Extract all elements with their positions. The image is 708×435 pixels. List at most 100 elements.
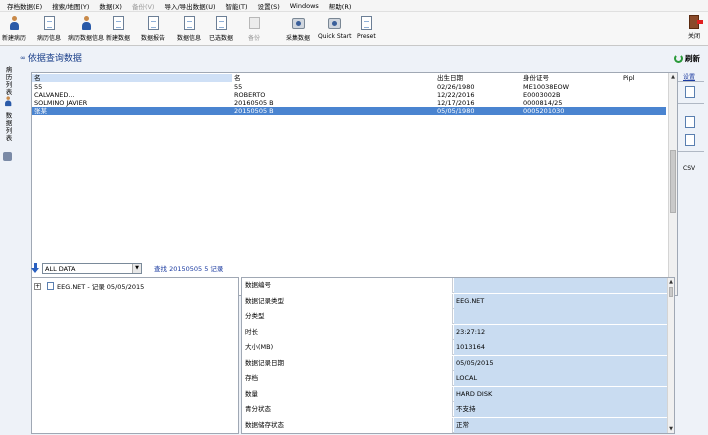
property-row[interactable]: 时长 23:27:12 — [242, 324, 669, 340]
scroll-up-arrow[interactable]: ▲ — [669, 73, 677, 81]
gray-icon — [247, 15, 261, 31]
toolbar-button[interactable]: 新建数据 — [106, 15, 130, 45]
scroll-thumb[interactable] — [669, 287, 673, 297]
toolbar-button[interactable]: 病历信息 — [37, 15, 61, 45]
toolbar-button[interactable]: 数据报告 — [141, 15, 165, 45]
toolbar-button-label: 病历数据信息 — [68, 35, 105, 42]
menu-item[interactable]: 帮助(R) — [324, 1, 357, 11]
toolbar-button-label: 数据报告 — [141, 35, 166, 42]
camera-icon — [328, 15, 342, 31]
menu-item[interactable]: 导入/导出数据(U) — [159, 1, 220, 11]
toolbar-button-label: 病历信息 — [37, 35, 62, 42]
column-header-idno[interactable]: 身份证号 — [523, 74, 549, 82]
tab-patient-list[interactable]: 病历列表 — [2, 66, 13, 96]
property-key: 数据记录类型 — [242, 293, 453, 309]
document-icon — [182, 15, 196, 31]
cell-idno: 0000814/25 — [523, 99, 563, 107]
database-icon[interactable] — [3, 152, 12, 161]
csv-button[interactable]: CSV — [683, 165, 695, 172]
scroll-down-arrow[interactable]: ▼ — [668, 425, 674, 433]
table-view-icon[interactable] — [685, 86, 695, 98]
property-row[interactable]: 青分状态 不支持 — [242, 402, 669, 417]
person-icon — [7, 15, 21, 31]
tree-node[interactable]: + EEG.NET - 记录 05/05/2015 — [34, 281, 144, 291]
download-icon[interactable] — [31, 262, 40, 274]
property-row[interactable]: 数据编号 — [242, 278, 669, 293]
property-value: 23:27:12 — [454, 324, 669, 340]
property-value — [454, 278, 669, 293]
cell-birthdate: 05/05/1980 — [437, 107, 475, 115]
tree-node-label: EEG.NET - 记录 05/05/2015 — [57, 283, 145, 291]
toolbar-button[interactable]: 新建病历 — [2, 15, 26, 45]
column-header-name[interactable]: 名 — [234, 74, 241, 82]
filter-bar: ALL DATA ▼ 查找 20150505 5 记录 — [31, 261, 223, 275]
filter-select[interactable]: ALL DATA ▼ — [42, 262, 142, 274]
toolbar-button-label: 采集数据 — [286, 35, 311, 42]
property-row[interactable]: 数据储存状态 正常 — [242, 417, 669, 433]
divider — [676, 151, 704, 152]
results-scrollbar[interactable]: ▲ ▼ — [668, 73, 677, 295]
toolbar-button[interactable]: 已选数据 — [209, 15, 233, 45]
column-header-pipl[interactable]: Pipl — [623, 74, 635, 82]
cell-id: 张某 — [34, 107, 47, 115]
refresh-label: 刷新 — [685, 54, 700, 63]
toolbar-button[interactable]: 备份 — [247, 15, 261, 45]
menu-item[interactable]: 备份(V) — [127, 1, 160, 11]
menu-item[interactable]: 设置(S) — [253, 1, 285, 11]
cell-idno: ME10038EOW — [523, 83, 570, 91]
cell-id: 55 — [34, 83, 43, 91]
toolbar-button[interactable]: Preset — [357, 15, 376, 45]
exit-label: 关闭 — [687, 33, 700, 40]
cell-id: SOLMINO JAVIER — [34, 99, 88, 107]
table-row[interactable]: 张某 20150505 B 05/05/1980 0005201030 — [32, 107, 666, 115]
search-mode-icon: ∞ — [20, 53, 26, 62]
scroll-up-arrow[interactable]: ▲ — [668, 278, 674, 286]
page-icon[interactable] — [685, 116, 695, 128]
property-row[interactable]: 数据记录类型 EEG.NET — [242, 293, 669, 309]
menu-item[interactable]: 数据(X) — [94, 1, 127, 11]
table-row[interactable]: 55 55 02/26/1980 ME10038EOW — [32, 83, 666, 91]
expand-icon[interactable]: + — [34, 282, 41, 290]
property-value: EEG.NET — [454, 293, 669, 309]
scroll-thumb[interactable] — [670, 150, 676, 213]
toolbar: 新建病历 病历信息 病历数据信息 新建数据 数据报告 数据信息 已选数据 备份 采集数据 Quic… — [0, 12, 708, 46]
property-row[interactable]: 数据记录日期 05/05/2015 — [242, 355, 669, 371]
property-row[interactable]: 大小(MB) 1013164 — [242, 340, 669, 355]
toolbar-button-label: Quick Start — [318, 33, 352, 40]
toolbar-button-label: 数据信息 — [177, 35, 202, 42]
property-value: 不支持 — [454, 402, 669, 417]
column-header-id[interactable]: 名 — [32, 74, 232, 82]
settings-link[interactable]: 设置 — [683, 72, 695, 81]
property-row[interactable]: 分类型 — [242, 309, 669, 324]
page-list-icon[interactable] — [685, 134, 695, 146]
refresh-button[interactable]: 刷新 — [674, 53, 700, 64]
table-row[interactable]: SOLMINO JAVIER 20160505 B 12/17/2016 000081… — [32, 99, 666, 107]
toolbar-button[interactable]: 采集数据 — [286, 15, 310, 45]
document-icon — [359, 15, 373, 31]
property-row[interactable]: 数量 HARD DISK — [242, 386, 669, 402]
filter-select-value: ALL DATA — [45, 264, 76, 273]
properties-scrollbar[interactable]: ▲ ▼ — [667, 278, 674, 433]
page-title: ∞ 依据查询数据 — [20, 51, 82, 65]
menu-item[interactable]: Windows — [285, 2, 324, 10]
cell-name: ROBERTO — [234, 91, 266, 99]
person-icon[interactable] — [4, 96, 12, 107]
table-row[interactable]: CALVANED... ROBERTO 12/22/2016 E0003002B — [32, 91, 666, 99]
chevron-down-icon[interactable]: ▼ — [132, 263, 141, 273]
menu-item[interactable]: 智能(T) — [221, 1, 253, 11]
menu-item[interactable]: 搜索/地图(Y) — [47, 1, 94, 11]
cell-idno: 0005201030 — [523, 107, 565, 115]
property-row[interactable]: 存档 LOCAL — [242, 371, 669, 386]
menu-item[interactable]: 存档数据(E) — [2, 1, 47, 11]
exit-button[interactable]: 关闭 — [682, 15, 706, 43]
divider — [676, 103, 704, 104]
tab-data-list[interactable]: 数据列表 — [2, 112, 13, 142]
property-key: 数据储存状态 — [242, 417, 453, 433]
toolbar-button[interactable]: Quick Start — [318, 15, 352, 45]
toolbar-button[interactable]: 数据信息 — [177, 15, 201, 45]
property-value: LOCAL — [454, 371, 669, 386]
cell-id: CALVANED... — [34, 91, 75, 99]
toolbar-button[interactable]: 病历数据信息 — [68, 15, 104, 45]
document-icon — [214, 15, 228, 31]
column-header-birthdate[interactable]: 出生日期 — [437, 74, 463, 82]
